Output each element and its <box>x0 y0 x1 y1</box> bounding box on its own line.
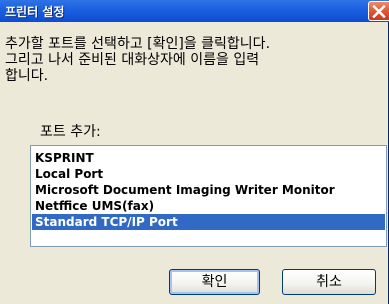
printer-setup-dialog: 프린터 설정 추가할 포트를 선택하고 [확인]을 클릭합니다. 그리고 나서 … <box>0 0 389 304</box>
cancel-button[interactable]: 취소 <box>282 269 376 295</box>
port-item-document-imaging-writer[interactable]: Microsoft Document Imaging Writer Monito… <box>32 182 385 198</box>
port-item-local-port[interactable]: Local Port <box>32 166 385 182</box>
close-button[interactable] <box>368 1 389 21</box>
port-listbox[interactable]: KSPRINT Local Port Microsoft Document Im… <box>30 145 387 247</box>
instruction-line-3: 합니다. <box>5 68 49 84</box>
port-item-ksprint[interactable]: KSPRINT <box>32 150 385 166</box>
ok-button[interactable]: 확인 <box>169 269 260 295</box>
instruction-text: 추가할 포트를 선택하고 [확인]을 클릭합니다. 그리고 나서 준비된 대화상… <box>5 36 385 84</box>
window-title: 프린터 설정 <box>5 5 65 19</box>
instruction-line-1: 추가할 포트를 선택하고 [확인]을 클릭합니다. <box>5 36 271 52</box>
instruction-line-2: 그리고 나서 준비된 대화상자에 이름을 입력 <box>5 52 260 68</box>
port-item-netffice-ums-fax[interactable]: Netffice UMS(fax) <box>32 198 385 214</box>
port-item-standard-tcpip[interactable]: Standard TCP/IP Port <box>32 214 385 230</box>
add-port-label: 포트 추가: <box>40 124 101 140</box>
title-bar[interactable]: 프린터 설정 <box>0 0 389 22</box>
close-icon <box>372 4 386 19</box>
